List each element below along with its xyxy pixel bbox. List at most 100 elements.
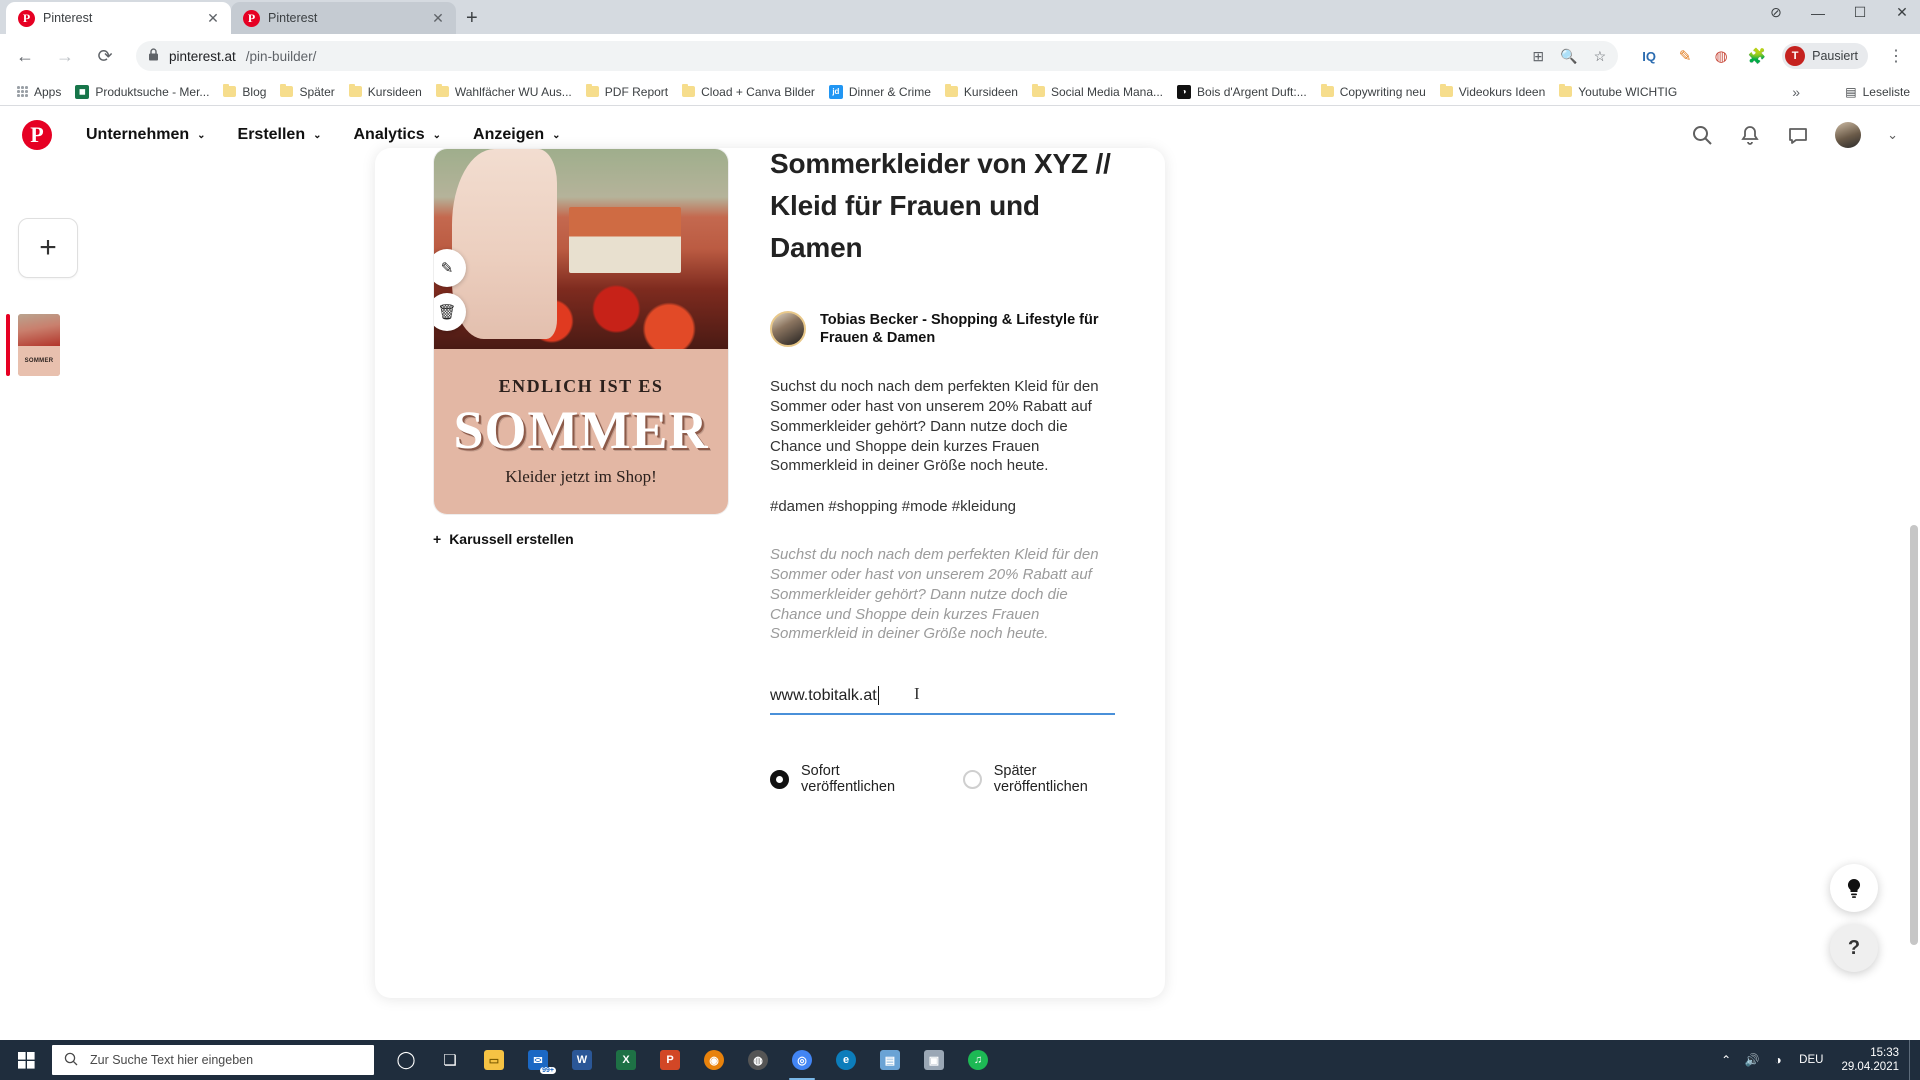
language-indicator[interactable]: DEU [1791,1054,1831,1066]
bookmark-cload-canva[interactable]: Cload + Canva Bilder [675,82,822,102]
scrollbar-thumb[interactable] [1910,525,1918,945]
windows-start-button[interactable] [0,1040,52,1080]
bookmark-social-media[interactable]: Social Media Mana... [1025,82,1170,102]
folder-icon [944,83,958,97]
powerpoint-icon[interactable]: P [648,1040,692,1080]
shield-extension-icon[interactable]: ◍ [1710,45,1732,67]
add-pin-button[interactable]: + [18,218,78,278]
address-bar[interactable]: pinterest.at/pin-builder/ ⊞ 🔍 ☆ [136,41,1619,71]
bookmark-kursideen-2[interactable]: Kursideen [938,82,1025,102]
show-desktop-button[interactable] [1909,1040,1916,1080]
reload-icon[interactable]: ⟳ [90,41,120,71]
mail-icon[interactable]: ✉ 99+ [516,1040,560,1080]
bookmark-bois-dargent[interactable]: ◑ Bois d'Argent Duft:... [1170,82,1314,102]
pin-title-field[interactable]: Sommerkleider von XYZ // Kleid für Fraue… [770,143,1115,269]
tray-chevron-up-icon[interactable]: ⌃ [1713,1040,1739,1080]
pin-hashtags[interactable]: #damen #shopping #mode #kleidung [770,498,1115,515]
extension-blocked-icon[interactable]: ⊘ [1766,4,1786,21]
url-domain: pinterest.at [169,48,236,64]
spotify-icon[interactable]: ♫ [956,1040,1000,1080]
minimize-button[interactable]: — [1808,5,1828,21]
clock[interactable]: 15:33 29.04.2021 [1831,1046,1909,1075]
help-fab-icon[interactable]: ? [1830,924,1878,972]
tab-close-icon[interactable]: ✕ [205,10,221,27]
chrome-menu-icon[interactable]: ⋮ [1882,46,1910,66]
maximize-button[interactable]: ☐ [1850,4,1870,21]
taskbar-search-input[interactable]: Zur Suche Text hier eingeben [52,1045,374,1075]
paint-icon[interactable]: ▤ [868,1040,912,1080]
close-button[interactable]: ✕ [1892,4,1912,21]
pin-author-row[interactable]: Tobias Becker - Shopping & Lifestyle für… [770,311,1115,348]
house-shape [569,207,681,273]
nav-item-analytics[interactable]: Analytics ⌄ [338,118,458,152]
pin-form-column: Sommerkleider von XYZ // Kleid für Fraue… [770,143,1115,795]
search-icon[interactable] [1691,124,1713,146]
iq-extension-icon[interactable]: IQ [1638,45,1660,67]
forward-icon[interactable]: → [50,41,80,71]
bookmark-youtube[interactable]: Youtube WICHTIG [1552,82,1684,102]
cortana-icon[interactable]: ◯ [384,1040,428,1080]
file-explorer-icon[interactable]: ▭ [472,1040,516,1080]
chevron-down-icon[interactable]: ⌄ [1887,127,1898,143]
pin-description-field[interactable]: Suchst du noch nach dem perfekten Kleid … [770,377,1115,476]
reading-list-button[interactable]: ▤ Leseliste [1845,85,1910,99]
bookmark-blog[interactable]: Blog [216,82,273,102]
idea-bulb-fab-icon[interactable] [1830,864,1878,912]
bookmark-apps[interactable]: Apps [10,82,68,102]
bookmark-copywriting[interactable]: Copywriting neu [1314,82,1433,102]
pin-destination-url-input[interactable]: www.tobitalk.at I [770,684,1115,716]
page-scrollbar[interactable] [1909,380,1918,1020]
bookmark-videokurs[interactable]: Videokurs Ideen [1433,82,1553,102]
photos-icon[interactable]: ▣ [912,1040,956,1080]
bookmarks-overflow-icon[interactable]: » [1792,84,1800,100]
back-icon[interactable]: ← [10,41,40,71]
bookmark-pdf-report[interactable]: PDF Report [579,82,675,102]
create-carousel-button[interactable]: + Karussell erstellen [433,531,733,547]
text-cursor [877,686,880,706]
volume-icon[interactable]: 🔊 [1739,1040,1765,1080]
excel-icon[interactable]: X [604,1040,648,1080]
zoom-icon[interactable]: 🔍 [1560,48,1577,65]
puzzle-extension-icon[interactable]: 🧩 [1746,45,1768,67]
bookmark-produktsuche[interactable]: ◼ Produktsuche - Mer... [68,82,216,102]
pin-builder-page: + SOMMER ENDLICH IST ES SOMMER Kleider j… [0,148,1920,1040]
pinterest-header-actions: ⌄ [1691,122,1898,148]
install-icon[interactable]: ⊞ [1532,48,1544,65]
pin-photo-area [434,149,728,349]
edge-icon[interactable]: e [824,1040,868,1080]
pinterest-logo-icon[interactable]: P [22,120,52,150]
pin-thumbnail[interactable]: SOMMER [18,314,60,376]
nav-label: Unternehmen [86,126,190,143]
bookmark-dinner-crime[interactable]: jd Dinner & Crime [822,82,938,102]
new-tab-button[interactable]: + [466,7,478,30]
chrome-icon[interactable]: ◎ [780,1040,824,1080]
browser-tab-1[interactable]: P Pinterest ✕ [6,2,231,34]
task-view-icon[interactable]: ❏ [428,1040,472,1080]
nav-label: Erstellen [237,126,306,143]
wrench-extension-icon[interactable]: ✎ [1674,45,1696,67]
bell-icon[interactable] [1739,124,1761,146]
radio-publish-later[interactable]: Später veröffentlichen [962,763,1115,795]
nav-item-erstellen[interactable]: Erstellen ⌄ [222,118,338,152]
tab-close-icon[interactable]: ✕ [430,10,446,27]
pin-preview-image[interactable]: ENDLICH IST ES SOMMER Kleider jetzt im S… [433,148,729,515]
bookmark-spaeter[interactable]: Später [273,82,341,102]
bookmark-kursideen-1[interactable]: Kursideen [342,82,429,102]
nav-item-unternehmen[interactable]: Unternehmen ⌄ [70,118,222,152]
profile-chip[interactable]: T Pausiert [1782,43,1868,69]
edit-pencil-icon[interactable]: ✎ [434,249,466,287]
delete-trash-icon[interactable]: 🗑 [434,293,466,331]
chevron-down-icon: ⌄ [432,129,442,141]
disc-icon[interactable]: ◍ [736,1040,780,1080]
site-icon: jd [828,84,843,99]
bookmark-wahlfaecher[interactable]: Wahlfächer WU Aus... [429,82,579,102]
message-icon[interactable] [1787,124,1809,146]
firefox-icon[interactable]: ◉ [692,1040,736,1080]
nav-item-anzeigen[interactable]: Anzeigen ⌄ [457,118,577,152]
star-icon[interactable]: ☆ [1594,48,1607,65]
radio-publish-now[interactable]: Sofort veröffentlichen [770,763,919,795]
user-avatar[interactable] [1835,122,1862,148]
network-icon[interactable]: ◑ [1765,1040,1791,1080]
browser-tab-2[interactable]: P Pinterest ✕ [231,2,456,34]
word-icon[interactable]: W [560,1040,604,1080]
